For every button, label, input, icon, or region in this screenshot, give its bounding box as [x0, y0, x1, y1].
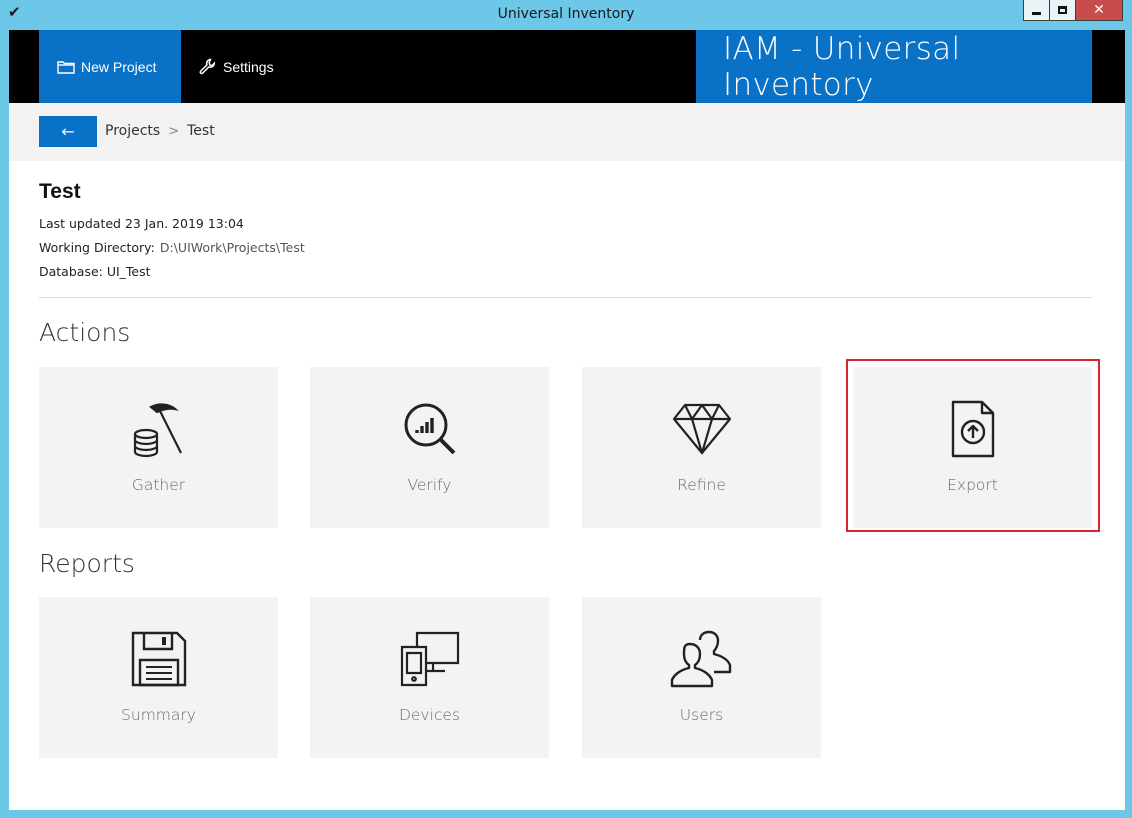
maximize-icon [1058, 6, 1067, 14]
arrow-left-icon: ← [61, 122, 75, 141]
tile-label: Devices [398, 706, 461, 724]
action-tile-refine[interactable]: Refine [582, 367, 821, 528]
project-working-directory: Working Directory: D:\UIWork\Projects\Tes… [39, 236, 305, 260]
tile-label: Verify [407, 476, 452, 494]
window-titlebar: ✔ Universal Inventory ✕ [0, 0, 1132, 30]
project-info: Test Last updated 23 Jan. 2019 13:04 Wor… [39, 180, 305, 284]
breadcrumb-item-test: Test [187, 123, 215, 139]
tile-label: Gather [131, 476, 186, 494]
maximize-button[interactable] [1049, 0, 1076, 21]
reports-heading: Reports [39, 549, 135, 578]
tile-label: Users [679, 706, 724, 724]
close-icon: ✕ [1093, 2, 1105, 18]
new-project-button[interactable]: New Project [39, 30, 181, 103]
close-button[interactable]: ✕ [1075, 0, 1123, 21]
action-tile-export[interactable]: Export [853, 367, 1092, 528]
report-tile-users[interactable]: Users [582, 597, 821, 758]
app-brand-title: IAM - Universal Inventory [696, 30, 1092, 103]
top-nav-bar: New Project Settings IAM - Universal Inv… [9, 30, 1125, 103]
tile-label: Export [947, 476, 998, 494]
folder-icon [57, 60, 75, 74]
minimize-button[interactable] [1023, 0, 1050, 21]
settings-button[interactable]: Settings [181, 30, 301, 103]
chevron-right-icon: > [168, 123, 180, 139]
devices-icon [310, 629, 549, 689]
action-tile-verify[interactable]: Verify [310, 367, 549, 528]
app-client-area: New Project Settings IAM - Universal Inv… [9, 30, 1125, 810]
project-title: Test [39, 180, 81, 203]
working-directory-label: Working Directory: [39, 240, 155, 255]
magnifier-chart-icon [310, 399, 549, 459]
breadcrumb: Projects > Test [105, 123, 215, 139]
file-upload-icon [853, 399, 1092, 459]
settings-label: Settings [223, 58, 274, 75]
report-tile-summary[interactable]: Summary [39, 597, 278, 758]
new-project-label: New Project [81, 58, 157, 75]
window-title: Universal Inventory [497, 6, 635, 22]
tile-label: Summary [121, 706, 196, 724]
action-tile-gather[interactable]: Gather [39, 367, 278, 528]
window-controls: ✕ [1023, 0, 1123, 21]
pickaxe-coins-icon [39, 399, 278, 459]
wrench-icon [199, 58, 217, 76]
project-database: Database: UI_Test [39, 264, 151, 279]
divider [39, 297, 1092, 298]
minimize-icon [1032, 11, 1041, 15]
diamond-icon [582, 399, 821, 459]
floppy-disk-icon [39, 629, 278, 689]
working-directory-value: D:\UIWork\Projects\Test [159, 240, 305, 255]
users-icon [582, 629, 821, 689]
report-tile-devices[interactable]: Devices [310, 597, 549, 758]
back-button[interactable]: ← [39, 116, 97, 147]
breadcrumb-bar: ← Projects > Test [9, 103, 1125, 161]
breadcrumb-item-projects[interactable]: Projects [105, 123, 160, 139]
tile-label: Refine [677, 476, 726, 494]
project-last-updated: Last updated 23 Jan. 2019 13:04 [39, 216, 244, 231]
actions-heading: Actions [39, 318, 131, 347]
